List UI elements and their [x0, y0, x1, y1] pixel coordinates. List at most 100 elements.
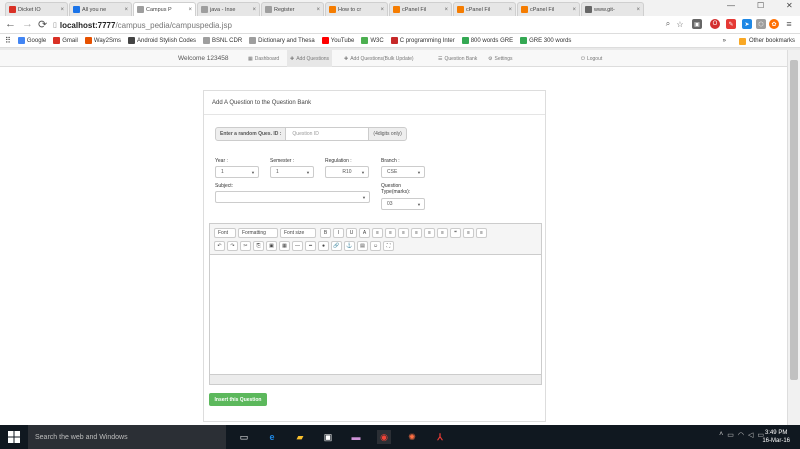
close-tab-icon[interactable]: × — [380, 7, 384, 13]
editor-format-button[interactable]: ≡ — [411, 228, 422, 238]
apps-icon[interactable]: ⠿ — [5, 36, 11, 45]
chrome-icon[interactable]: ◉ — [377, 430, 391, 444]
bookmark-item[interactable]: Google — [17, 37, 46, 44]
browser-tab[interactable]: Register × — [261, 2, 324, 16]
task-view-icon[interactable]: ▭ — [237, 430, 251, 444]
reload-icon[interactable]: ⟳ — [38, 18, 47, 31]
editor-tool-button[interactable]: ✂ — [240, 241, 251, 251]
editor-tool-button[interactable]: ⎘ — [253, 241, 264, 251]
chevron-up-icon[interactable]: ˄ — [719, 431, 723, 439]
editor-format-button[interactable]: A — [359, 228, 370, 238]
editor-format-button[interactable]: U — [346, 228, 357, 238]
bookmark-item[interactable]: 800 words GRE — [461, 37, 513, 44]
editor-format-button[interactable]: ≡ — [385, 228, 396, 238]
app-icon[interactable]: ✺ — [405, 430, 419, 444]
editor-tool-button[interactable]: ▤ — [357, 241, 368, 251]
close-tab-icon[interactable]: × — [60, 7, 64, 13]
extension-icon[interactable]: ▣ — [692, 19, 702, 29]
question-id-input[interactable]: Question ID — [286, 127, 369, 141]
menu-icon[interactable]: ≡ — [784, 19, 794, 29]
insert-question-button[interactable]: Insert this Question — [209, 393, 267, 406]
editor-format-button[interactable]: ≡ — [476, 228, 487, 238]
telegram-icon[interactable]: ➤ — [742, 19, 752, 29]
minimize-icon[interactable]: — — [727, 1, 735, 10]
editor-format-button[interactable]: I — [333, 228, 344, 238]
editor-tool-button[interactable]: ▦ — [279, 241, 290, 251]
bookmark-item[interactable]: Dictionary and Thesa — [249, 37, 315, 44]
editor-format-button[interactable]: ≡ — [437, 228, 448, 238]
close-tab-icon[interactable]: × — [316, 7, 320, 13]
bookmark-item[interactable]: Way2Sms — [84, 37, 121, 44]
editor-tool-button[interactable]: 🔗 — [331, 241, 342, 251]
editor-tool-button[interactable]: ☺ — [370, 241, 381, 251]
scrollbar-thumb[interactable] — [790, 60, 798, 380]
acrobat-icon[interactable]: ⅄ — [433, 430, 447, 444]
other-bookmarks[interactable]: » Other bookmarks — [723, 34, 795, 48]
semester-select[interactable]: 1 ▼ — [270, 166, 314, 178]
pin-icon[interactable]: ✎ — [726, 19, 736, 29]
editor-format-button[interactable]: ❝ — [450, 228, 461, 238]
regulation-select[interactable]: R10 ▼ — [325, 166, 369, 178]
page-scrollbar[interactable] — [787, 50, 800, 425]
taskbar-clock[interactable]: 3:49 PM 16-Mar-16 — [762, 429, 790, 445]
bookmark-item[interactable]: GRE 300 words — [520, 37, 571, 44]
maximize-icon[interactable]: ☐ — [757, 1, 764, 10]
close-tab-icon[interactable]: × — [444, 7, 448, 13]
back-icon[interactable]: ← — [5, 18, 16, 30]
fox-icon[interactable]: ✿ — [769, 19, 779, 29]
browser-tab[interactable]: cPanel Fil × — [517, 2, 580, 16]
network-icon[interactable]: ◠ — [738, 431, 744, 439]
browser-tab[interactable]: cPanel Fil × — [453, 2, 516, 16]
star-icon[interactable]: ☆ — [675, 19, 685, 29]
nav-add-questions-bulk[interactable]: ✚ Add Questions(Bulk Update) — [341, 50, 417, 67]
battery-icon[interactable]: ▭ — [727, 431, 734, 439]
editor-format-button[interactable]: ≡ — [463, 228, 474, 238]
editor-tool-button[interactable]: — — [292, 241, 303, 251]
editor-content-area[interactable] — [210, 255, 541, 374]
editor-format-button[interactable]: ≡ — [424, 228, 435, 238]
editor-tool-button[interactable]: ⚓ — [344, 241, 355, 251]
close-tab-icon[interactable]: × — [124, 7, 128, 13]
bookmark-item[interactable]: Android Stylish Codes — [128, 37, 196, 44]
zoom-icon[interactable]: ⌕ — [663, 19, 673, 29]
edge-icon[interactable]: e — [265, 430, 279, 444]
nav-logout[interactable]: ⏻ Logout — [578, 50, 605, 67]
question-editor[interactable]: Font Formatting Font size B I U A ≡ ≡ ≡ ≡ ≡ ≡ ❝ ≡ ≡ ↶ ↷ ✂ ⎘… — [209, 223, 542, 385]
chevron-right-icon[interactable]: » — [723, 38, 726, 44]
editor-tool-button[interactable]: ▣ — [266, 241, 277, 251]
close-tab-icon[interactable]: × — [508, 7, 512, 13]
browser-tab[interactable]: cPanel Fil × — [389, 2, 452, 16]
editor-format-button[interactable]: B — [320, 228, 331, 238]
editor-tool-button[interactable]: ↷ — [227, 241, 238, 251]
editor-format-button[interactable]: ≡ — [372, 228, 383, 238]
nav-add-questions[interactable]: ✚ Add Questions — [287, 50, 333, 67]
editor-dropdown[interactable]: Formatting — [238, 228, 278, 238]
year-select[interactable]: 1 ▼ — [215, 166, 259, 178]
url-field[interactable]: ▯ localhost:7777/campus_pedia/campuspedi… — [53, 19, 683, 31]
editor-tool-button[interactable]: ━ — [305, 241, 316, 251]
close-tab-icon[interactable]: × — [572, 7, 576, 13]
windows-start-icon[interactable] — [8, 431, 20, 443]
bookmark-item[interactable]: YouTube — [321, 37, 354, 44]
file-explorer-icon[interactable]: ▰ — [293, 430, 307, 444]
forward-icon[interactable]: → — [22, 18, 33, 30]
editor-format-button[interactable]: ≡ — [398, 228, 409, 238]
close-window-icon[interactable]: ✕ — [786, 1, 793, 10]
browser-tab[interactable]: java - Inse × — [197, 2, 260, 16]
volume-icon[interactable]: ◁ — [748, 431, 753, 439]
editor-dropdown[interactable]: Font size — [280, 228, 316, 238]
bookmark-item[interactable]: BSNL CDR — [203, 37, 242, 44]
editor-dropdown[interactable]: Font — [214, 228, 236, 238]
editor-tool-button[interactable]: ↶ — [214, 241, 225, 251]
app-icon[interactable]: ▬ — [349, 430, 363, 444]
bookmark-item[interactable]: C programming Inter — [390, 37, 455, 44]
nav-dashboard[interactable]: ▦ Dashboard — [245, 50, 282, 67]
close-tab-icon[interactable]: × — [636, 7, 640, 13]
subject-select[interactable]: ▼ — [215, 191, 370, 203]
branch-select[interactable]: CSE ▼ — [381, 166, 425, 178]
browser-tab[interactable]: www.git- × — [581, 2, 644, 16]
bookmark-item[interactable]: W3C — [361, 37, 384, 44]
browser-tab[interactable]: Campus P × — [133, 2, 196, 16]
browser-tab[interactable]: All you ne × — [69, 2, 132, 16]
store-icon[interactable]: ▣ — [321, 430, 335, 444]
